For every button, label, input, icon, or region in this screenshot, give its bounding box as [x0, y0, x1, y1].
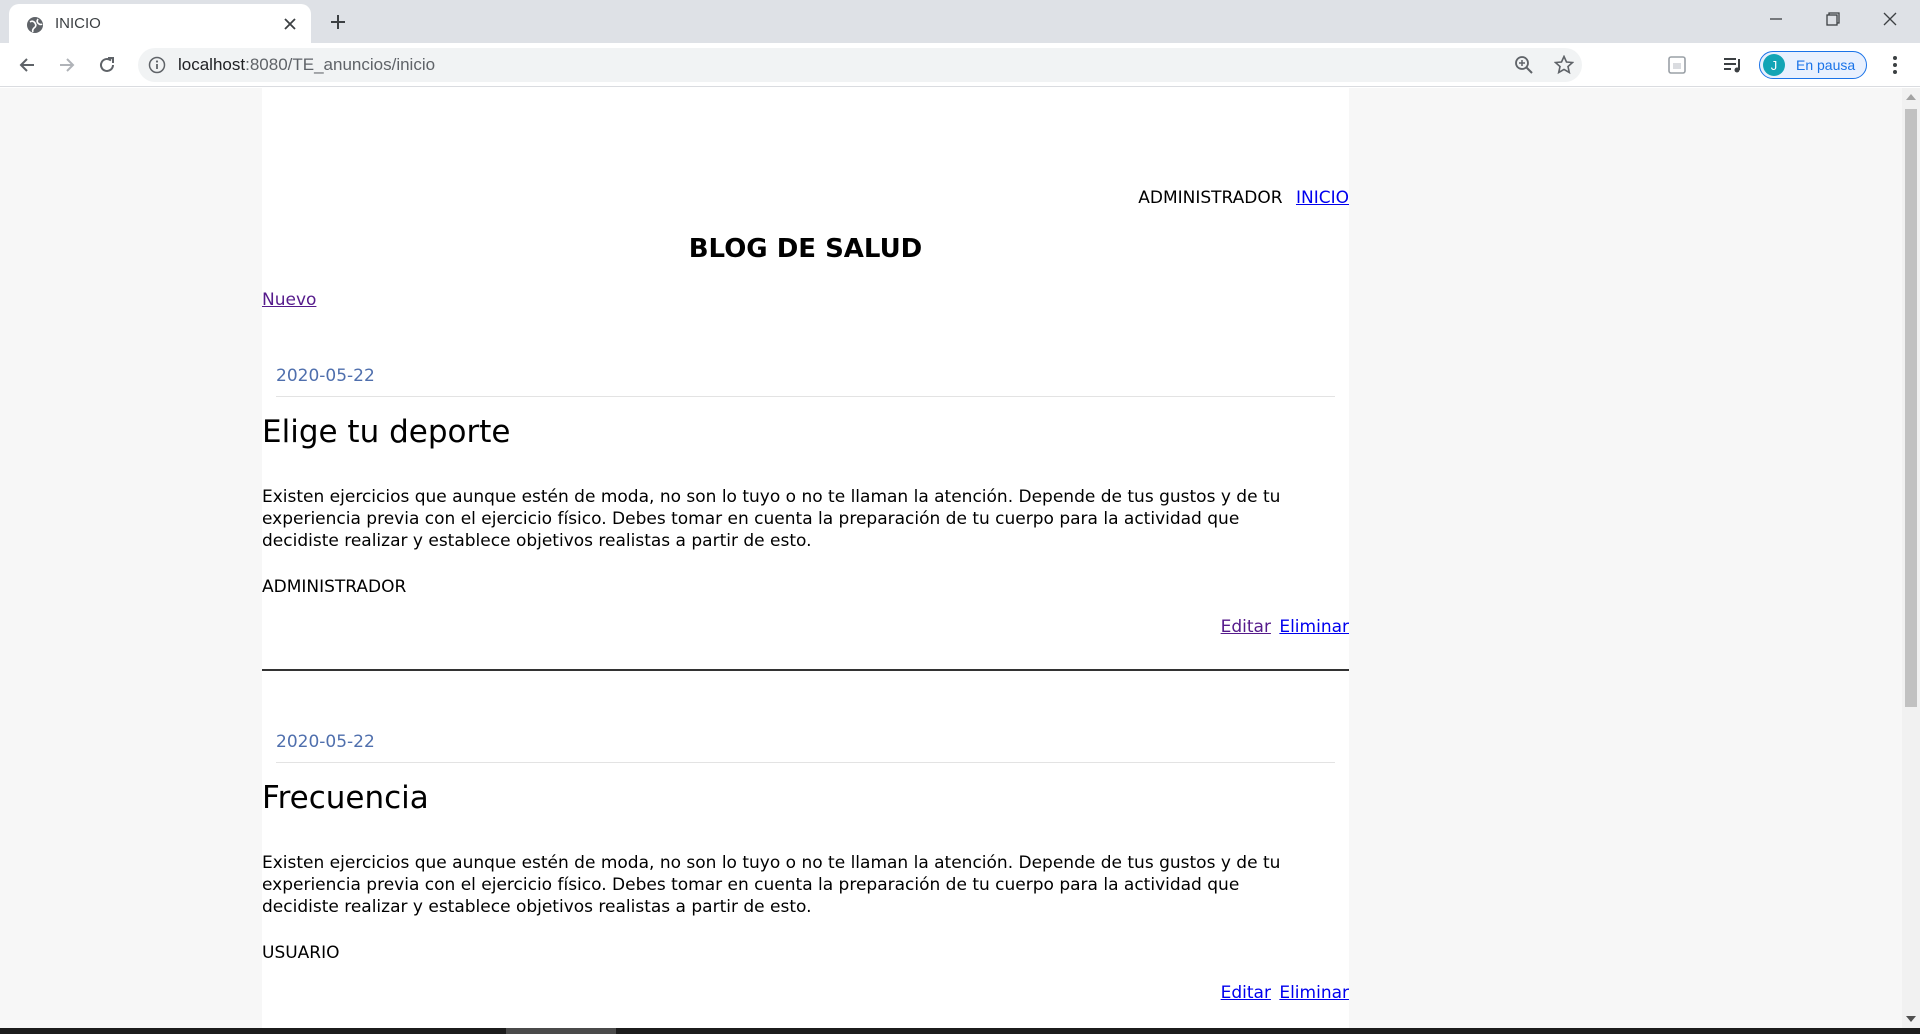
edit-link[interactable]: Editar [1221, 983, 1271, 1003]
tab-strip: INICIO [0, 0, 1920, 43]
window-close-icon[interactable] [1862, 0, 1918, 38]
post-date: 2020-05-22 [276, 732, 375, 752]
post-body: Existen ejercicios que aunque estén de m… [262, 487, 1281, 551]
post-separator [262, 669, 1349, 671]
post-body: Existen ejercicios que aunque estén de m… [262, 853, 1281, 917]
edit-link[interactable]: Editar [1221, 617, 1271, 637]
url-text: localhost:8080/TE_anuncios/inicio [178, 55, 435, 75]
close-icon[interactable] [281, 15, 299, 33]
page-title: BLOG DE SALUD [688, 234, 923, 264]
media-control-icon[interactable] [1722, 54, 1744, 76]
date-divider [276, 762, 1335, 763]
post-date: 2020-05-22 [276, 366, 375, 386]
page-container: ADMINISTRADOR INICIO BLOG DE SALUD Nuevo… [262, 88, 1349, 1028]
address-bar[interactable]: localhost:8080/TE_anuncios/inicio [138, 48, 1582, 82]
profile-status: En pausa [1796, 57, 1856, 73]
post-title: Elige tu deporte [262, 414, 511, 450]
browser-toolbar: localhost:8080/TE_anuncios/inicio J En p… [0, 43, 1920, 87]
extension-icon[interactable] [1666, 54, 1688, 76]
delete-link[interactable]: Eliminar [1279, 983, 1349, 1003]
scroll-up-icon[interactable] [1906, 92, 1916, 102]
scrollbar-thumb[interactable] [1905, 109, 1917, 707]
user-header: ADMINISTRADOR INICIO [1138, 188, 1349, 208]
url-host: localhost [178, 55, 246, 74]
post-author: USUARIO [262, 943, 340, 963]
star-icon[interactable] [1554, 55, 1574, 75]
reload-icon[interactable] [91, 49, 123, 81]
info-icon[interactable] [148, 56, 166, 74]
home-link[interactable]: INICIO [1296, 188, 1349, 208]
new-post-link[interactable]: Nuevo [262, 290, 316, 310]
kebab-menu-icon[interactable] [1884, 54, 1906, 76]
page-viewport: ADMINISTRADOR INICIO BLOG DE SALUD Nuevo… [0, 88, 1902, 1028]
post-actions: Editar Eliminar [1221, 617, 1349, 637]
browser-tab[interactable]: INICIO [9, 4, 311, 43]
url-path: :8080/TE_anuncios/inicio [245, 55, 436, 74]
post-title: Frecuencia [262, 780, 429, 816]
date-divider [276, 396, 1335, 397]
avatar: J [1763, 54, 1785, 76]
tab-title: INICIO [55, 15, 101, 32]
restore-icon[interactable] [1805, 0, 1861, 38]
minimize-icon[interactable] [1748, 0, 1804, 38]
post-author: ADMINISTRADOR [262, 577, 407, 597]
delete-link[interactable]: Eliminar [1279, 617, 1349, 637]
current-user-role: ADMINISTRADOR [1138, 188, 1283, 208]
profile-button[interactable]: J En pausa [1759, 51, 1867, 79]
plus-icon[interactable] [326, 10, 350, 34]
globe-icon [26, 16, 44, 34]
zoom-icon[interactable] [1514, 55, 1534, 75]
post-actions: Editar Eliminar [1221, 983, 1349, 1003]
arrow-right-icon[interactable] [51, 49, 83, 81]
vertical-scrollbar[interactable] [1902, 88, 1920, 1028]
horizontal-scroll-thumb[interactable] [506, 1028, 616, 1034]
arrow-left-icon[interactable] [11, 49, 43, 81]
taskbar-edge [0, 1028, 1920, 1034]
scroll-down-icon[interactable] [1906, 1014, 1916, 1024]
